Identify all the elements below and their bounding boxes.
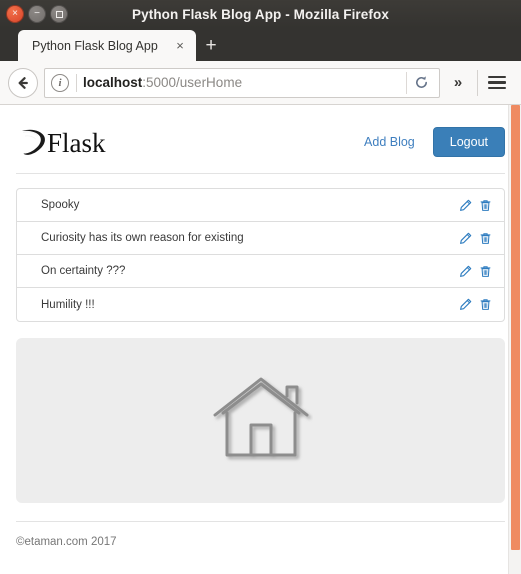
page-content: Flask Add Blog Logout Spooky Curiosity h…	[0, 105, 521, 548]
url-text: localhost:5000/userHome	[83, 75, 406, 90]
header-nav: Add Blog Logout	[362, 126, 505, 158]
site-header: Flask Add Blog Logout	[16, 105, 505, 173]
blog-list-item[interactable]: On certainty ???	[17, 255, 504, 288]
toolbar-overflow-button[interactable]: »	[440, 74, 474, 91]
url-divider	[76, 73, 77, 92]
page-info-icon[interactable]: i	[51, 73, 69, 92]
pencil-edit-icon[interactable]	[459, 265, 472, 278]
toolbar-divider	[477, 69, 478, 96]
window-controls: × −	[0, 5, 68, 23]
logout-button[interactable]: Logout	[432, 126, 505, 158]
blog-title: Spooky	[41, 199, 80, 211]
blog-row-actions	[459, 199, 492, 212]
blog-list: Spooky Curiosity has its own reason for …	[16, 188, 505, 322]
url-host: localhost	[83, 75, 143, 90]
header-divider	[16, 173, 505, 174]
url-path: :5000/userHome	[142, 75, 243, 90]
scrollbar-thumb[interactable]	[511, 105, 520, 550]
new-tab-button[interactable]: +	[196, 30, 226, 61]
firefox-window: × − Python Flask Blog App - Mozilla Fire…	[0, 0, 521, 574]
blog-title: Curiosity has its own reason for existin…	[41, 232, 244, 244]
tab-strip: Python Flask Blog App × +	[0, 28, 521, 61]
trash-delete-icon[interactable]	[479, 232, 492, 245]
tab-label: Python Flask Blog App	[32, 38, 158, 53]
minimize-window-icon[interactable]: −	[28, 5, 46, 23]
back-arrow-icon[interactable]	[8, 67, 38, 98]
tab-close-icon[interactable]: ×	[172, 38, 188, 54]
reload-icon[interactable]	[407, 69, 435, 97]
hero-image-panel	[16, 338, 505, 503]
blog-list-item[interactable]: Spooky	[17, 189, 504, 222]
blog-list-item[interactable]: Humility !!!	[17, 288, 504, 321]
trash-delete-icon[interactable]	[479, 199, 492, 212]
flask-horn-logo-icon: Flask	[22, 128, 106, 158]
add-blog-link[interactable]: Add Blog	[362, 129, 417, 155]
maximize-window-icon[interactable]	[50, 5, 68, 23]
browser-toolbar: i localhost:5000/userHome »	[0, 61, 521, 105]
page-scrollbar[interactable]	[508, 105, 521, 574]
page-viewport: Flask Add Blog Logout Spooky Curiosity h…	[0, 105, 521, 574]
hamburger-menu-icon[interactable]	[481, 75, 513, 90]
url-bar[interactable]: i localhost:5000/userHome	[44, 67, 440, 98]
blog-row-actions	[459, 265, 492, 278]
close-window-icon[interactable]: ×	[6, 5, 24, 23]
blog-title: Humility !!!	[41, 298, 95, 311]
pencil-edit-icon[interactable]	[459, 199, 472, 212]
window-titlebar: × − Python Flask Blog App - Mozilla Fire…	[0, 0, 521, 28]
window-title: Python Flask Blog App - Mozilla Firefox	[132, 6, 389, 22]
house-outline-icon	[213, 377, 308, 456]
pencil-edit-icon[interactable]	[459, 298, 472, 311]
trash-delete-icon[interactable]	[479, 265, 492, 278]
pencil-edit-icon[interactable]	[459, 232, 472, 245]
blog-row-actions	[459, 232, 492, 245]
svg-text:Flask: Flask	[47, 128, 106, 158]
trash-delete-icon[interactable]	[479, 298, 492, 311]
tab-python-flask-blog-app[interactable]: Python Flask Blog App ×	[18, 30, 196, 61]
brand-logo[interactable]: Flask	[16, 122, 106, 162]
blog-title: On certainty ???	[41, 265, 126, 277]
blog-row-actions	[459, 298, 492, 311]
blog-list-item[interactable]: Curiosity has its own reason for existin…	[17, 222, 504, 255]
copyright-text: ©etaman.com 2017	[16, 536, 117, 548]
